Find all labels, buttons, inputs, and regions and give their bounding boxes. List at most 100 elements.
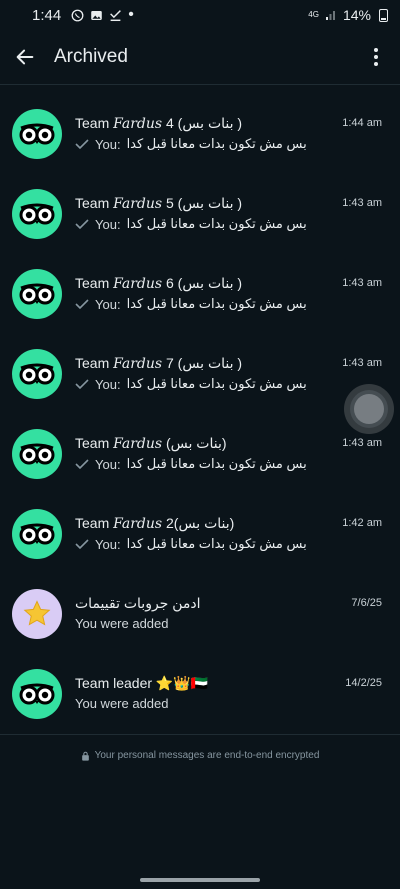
chat-name: ادمن جروبات تقييمات [75,595,201,611]
sender-label: You: [95,296,121,312]
sender-label: You: [95,456,121,472]
chat-row[interactable]: ادمن جروبات تقييمات 7/6/25 You were adde… [0,572,400,652]
chat-time: 1:42 am [342,517,382,529]
chat-preview: You: بس مش تكون بدات معانا قبل كدا [75,376,307,392]
chat-preview: You: بس مش تكون بدات معانا قبل كدا [75,456,307,472]
star-icon [12,589,62,639]
back-button[interactable] [0,30,50,84]
chat-row[interactable]: Team Fardus 5 (بنات بس ) 1:43 am You: بس… [0,172,400,252]
chat-name: Team Fardus 4 (بنات بس ) [75,115,242,132]
list-divider [0,734,400,735]
owl-icon [12,189,62,239]
chat-time: 7/6/25 [351,597,382,609]
last-message: بس مش تكون بدات معانا قبل كدا [126,376,307,391]
dot [374,48,378,52]
chat-name-suffix: 7 (بنات بس ) [162,355,243,371]
chat-name-prefix: Team [75,195,114,211]
more-options-button[interactable] [366,44,386,70]
last-message: بس مش تكون بدات معانا قبل كدا [126,136,307,151]
battery-icon [379,8,388,22]
chat-name: Team leader ⭐👑🇦🇪 [75,675,209,691]
chat-name-italic: Fardus [113,356,163,372]
sender-label: You: [95,216,121,232]
last-message: بس مش تكون بدات معانا قبل كدا [126,536,307,551]
chat-preview: You: بس مش تكون بدات معانا قبل كدا [75,536,307,552]
lock-icon [81,751,89,761]
chat-preview: You: بس مش تكون بدات معانا قبل كدا [75,216,307,232]
owl-icon [12,669,62,719]
chat-preview: You were added [75,696,169,711]
archived-chat-list: Team Fardus 4 (بنات بس ) 1:44 am You: بس… [0,92,400,732]
chat-name-italic: Fardus [113,276,163,292]
sender-label: You: [95,376,121,392]
chat-time: 14/2/25 [345,677,382,689]
download-done-icon [110,9,122,21]
bubble-inner [354,394,384,424]
gallery-icon [91,10,102,20]
owl-icon [12,109,62,159]
status-bar: 1:44 • 4G 14% [0,0,400,30]
chat-preview: You: بس مش تكون بدات معانا قبل كدا [75,296,307,312]
chat-time: 1:43 am [342,437,382,449]
chat-name: Team Fardus 6 (بنات بس ) [75,275,242,292]
check-icon [75,139,89,150]
check-icon [75,219,89,230]
sender-label: You: [95,536,121,552]
chat-time: 1:43 am [342,357,382,369]
dot-icon: • [128,6,134,23]
check-icon [75,379,89,390]
chat-row[interactable]: Team Fardus (بنات بس) 1:43 am You: بس مش… [0,412,400,492]
chat-row[interactable]: Team Fardus 2(بنات بس) 1:42 am You: بس م… [0,492,400,572]
chat-preview: You were added [75,616,169,631]
check-icon [75,459,89,470]
chat-name: Team Fardus 2(بنات بس) [75,515,234,532]
chat-name: Team Fardus 7 (بنات بس ) [75,355,242,372]
check-icon [75,539,89,550]
encryption-note[interactable]: Your personal messages are end-to-end en… [0,750,400,761]
chat-name-suffix: 6 (بنات بس ) [162,275,243,291]
chat-name-suffix: 2(بنات بس) [162,515,235,531]
last-message: بس مش تكون بدات معانا قبل كدا [126,296,307,311]
chat-row[interactable]: Team Fardus 4 (بنات بس ) 1:44 am You: بس… [0,92,400,172]
status-time: 1:44 [32,6,62,24]
chat-name-suffix: 5 (بنات بس ) [162,195,243,211]
chat-time: 1:43 am [342,277,382,289]
chat-name-prefix: Team [75,435,114,451]
owl-icon [12,429,62,479]
chat-name: Team Fardus 5 (بنات بس ) [75,195,242,212]
signal-icon [325,11,335,20]
last-message: بس مش تكون بدات معانا قبل كدا [126,216,307,231]
network-type: 4G [308,10,319,19]
chat-name-italic: Fardus [113,116,163,132]
last-message: بس مش تكون بدات معانا قبل كدا [126,456,307,471]
check-icon [75,299,89,310]
dot [374,55,378,59]
owl-icon [12,349,62,399]
chat-name-prefix: Team [75,115,114,131]
chat-preview: You: بس مش تكون بدات معانا قبل كدا [75,136,307,152]
chat-name-prefix: Team [75,275,114,291]
floating-assistant-bubble[interactable] [344,384,394,434]
chat-row[interactable]: Team leader ⭐👑🇦🇪 14/2/25 You were added [0,652,400,732]
owl-icon [12,269,62,319]
dot [374,62,378,66]
arrow-left-icon [16,49,34,65]
chat-name-italic: Fardus [113,436,163,452]
chat-row[interactable]: Team Fardus 6 (بنات بس ) 1:43 am You: بس… [0,252,400,332]
encryption-text: Your personal messages are end-to-end en… [94,750,320,761]
app-bar: Archived [0,30,400,84]
chat-name-italic: Fardus [113,196,163,212]
chat-name-prefix: Team [75,515,114,531]
chat-name-suffix: (بنات بس) [162,435,227,451]
home-indicator[interactable] [140,878,260,882]
chat-name-italic: Fardus [113,516,163,532]
whatsapp-icon [71,9,84,21]
chat-name-suffix: 4 (بنات بس ) [162,115,243,131]
header-divider [0,84,400,85]
sender-label: You: [95,136,121,152]
chat-row[interactable]: Team Fardus 7 (بنات بس ) 1:43 am You: بس… [0,332,400,412]
page-title: Archived [54,46,128,67]
chat-time: 1:44 am [342,117,382,129]
battery-percent: 14% [342,7,371,23]
chat-name: Team Fardus (بنات بس) [75,435,227,452]
